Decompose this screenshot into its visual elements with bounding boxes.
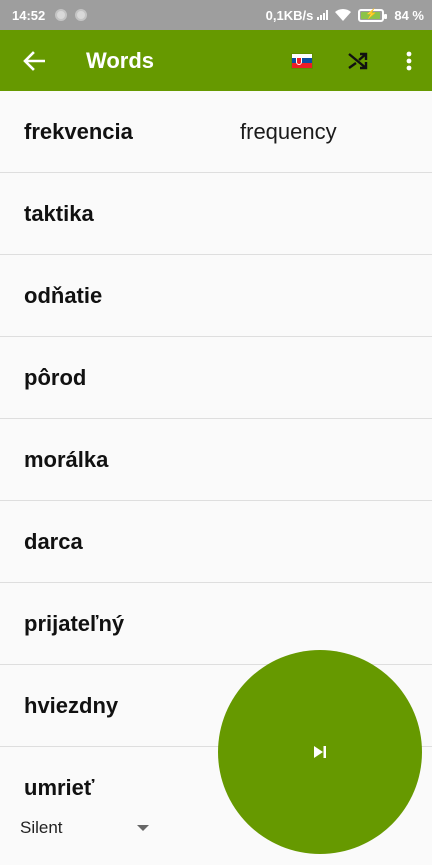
shuffle-button[interactable]	[330, 30, 386, 91]
word-text: prijateľný	[24, 610, 125, 636]
word-translation: frequency	[240, 118, 337, 144]
battery-icon: ⚡	[358, 8, 388, 22]
word-text: taktika	[24, 200, 94, 226]
word-list-item[interactable]: pôrod	[0, 337, 432, 419]
slovakia-flag-icon	[292, 53, 312, 68]
word-list-item[interactable]: taktika	[0, 173, 432, 255]
status-indicators: 0,1KB/s ⚡ 84 %	[266, 8, 424, 23]
signal-icon	[317, 10, 329, 20]
status-bar: 14:52 0,1KB/s ⚡ 84 %	[0, 0, 432, 30]
dropdown-arrow-icon	[137, 825, 149, 831]
shuffle-icon	[348, 52, 368, 69]
wifi-icon	[335, 8, 352, 21]
more-vert-icon	[406, 51, 412, 70]
page-title: Words	[86, 47, 155, 73]
notification-icon	[55, 9, 68, 21]
next-word-button[interactable]	[218, 650, 422, 854]
word-text: umrieť	[24, 775, 95, 800]
word-list-item[interactable]: odňatie	[0, 255, 432, 337]
word-text: morálka	[24, 446, 109, 472]
word-list-item[interactable]: prijateľný	[0, 583, 432, 665]
word-text: pôrod	[24, 364, 87, 390]
app-bar: Words	[0, 30, 432, 91]
network-speed: 0,1KB/s	[265, 7, 314, 23]
back-arrow-icon	[23, 50, 45, 71]
more-options-button[interactable]	[386, 30, 432, 91]
word-text: darca	[24, 528, 83, 554]
word-list-item[interactable]: morálka	[0, 419, 432, 501]
word-text: odňatie	[24, 282, 103, 308]
mode-select-value: Silent	[20, 818, 63, 837]
battery-percent: 84 %	[394, 7, 424, 23]
notification-icon	[75, 9, 88, 21]
word-list-item[interactable]: darca	[0, 501, 432, 583]
language-button[interactable]	[274, 30, 330, 91]
word-list-item[interactable]: frekvencia frequency	[0, 91, 432, 173]
skip-next-icon	[314, 746, 326, 758]
back-button[interactable]	[0, 30, 68, 91]
word-text: hviezdny	[24, 692, 119, 718]
status-time: 14:52	[12, 7, 46, 23]
word-text: frekvencia	[24, 118, 133, 144]
